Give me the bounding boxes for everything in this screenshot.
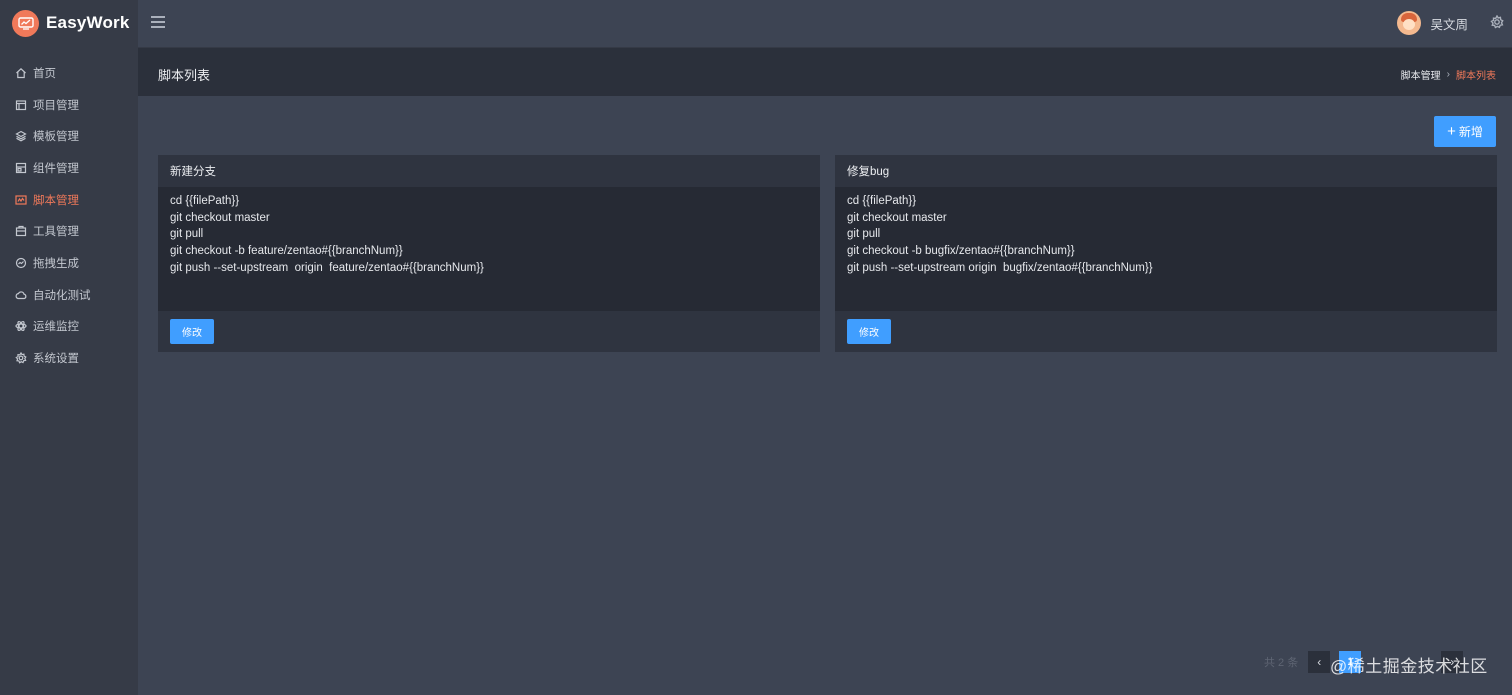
breadcrumb-parent[interactable]: 脚本管理: [1401, 67, 1441, 82]
logo-icon: [12, 9, 39, 37]
chevron-right-icon: ›: [1446, 69, 1450, 80]
sidebar-item-label: 运维监控: [33, 321, 79, 334]
card-title: 修复bug: [847, 166, 890, 178]
script-line: git push --set-upstream origin bugfix/ze…: [847, 261, 1153, 274]
toolbox-icon: [15, 225, 27, 237]
sidebar-item-tools[interactable]: 工具管理: [0, 215, 138, 247]
prev-page-button[interactable]: ‹: [1308, 651, 1331, 673]
page-title: 脚本列表: [158, 68, 211, 83]
add-button[interactable]: + 新增: [1434, 116, 1496, 147]
script-line: cd {{filePath}}: [847, 195, 917, 207]
watermark: @稀土掘金技术社区: [1330, 657, 1488, 676]
sidebar-item-scripts[interactable]: 脚本管理: [0, 184, 138, 216]
logo[interactable]: EasyWork: [0, 0, 138, 46]
sidebar-item-home[interactable]: 首页: [0, 57, 138, 89]
atom-icon: [15, 320, 27, 332]
sidebar-item-label: 模板管理: [33, 131, 79, 144]
card-title: 新建分支: [170, 166, 216, 178]
sidebar-item-settings[interactable]: 系统设置: [0, 342, 138, 374]
user-menu[interactable]: 吴文周: [1397, 11, 1468, 35]
sidebar-item-auto-test[interactable]: 自动化测试: [0, 279, 138, 311]
script-line: git checkout master: [847, 211, 947, 224]
sidebar-item-label: 首页: [33, 67, 56, 80]
topbar: 吴文周: [138, 0, 1512, 48]
script-line: git pull: [847, 228, 881, 241]
breadcrumb-current: 脚本列表: [1456, 71, 1496, 82]
sidebar-item-templates[interactable]: 模板管理: [0, 120, 138, 152]
sidebar-item-label: 拖拽生成: [33, 257, 79, 270]
avatar[interactable]: [1397, 11, 1422, 35]
sidebar-item-label: 系统设置: [33, 353, 79, 366]
script-icon: [15, 194, 27, 206]
layers-icon: [15, 130, 27, 142]
menu-toggle-icon[interactable]: [151, 16, 165, 28]
add-button-label: 新增: [1458, 125, 1483, 139]
script-content: cd {{filePath}} git checkout master git …: [158, 187, 820, 311]
script-card: 新建分支 cd {{filePath}} git checkout master…: [158, 155, 820, 352]
page-header: 脚本列表 脚本管理 › 脚本列表: [138, 48, 1512, 96]
logo-text: EasyWork: [46, 13, 130, 32]
settings-gear-icon[interactable]: [1490, 14, 1504, 29]
sidebar: EasyWork 首页 项目管理 模板管理 组件管理 脚本管理 工具管理 拖拽生…: [0, 0, 138, 695]
component-icon: [15, 162, 27, 174]
sidebar-item-label: 组件管理: [33, 162, 79, 175]
edit-button[interactable]: 修改: [847, 319, 891, 344]
pagination-total: 共 2 条: [1264, 657, 1299, 669]
user-name[interactable]: 吴文周: [1430, 14, 1468, 33]
sidebar-item-projects[interactable]: 项目管理: [0, 89, 138, 121]
sidebar-item-components[interactable]: 组件管理: [0, 152, 138, 184]
script-line: git pull: [170, 228, 204, 241]
script-line: git checkout -b feature/zentao#{{branchN…: [170, 245, 403, 258]
project-icon: [15, 99, 27, 111]
script-line: git push --set-upstream origin feature/z…: [170, 261, 484, 274]
sidebar-menu: 首页 项目管理 模板管理 组件管理 脚本管理 工具管理 拖拽生成 自动化测试 运…: [0, 57, 138, 374]
gear-icon: [15, 352, 27, 364]
script-line: git checkout -b bugfix/zentao#{{branchNu…: [847, 245, 1075, 258]
script-line: cd {{filePath}}: [170, 195, 240, 207]
sidebar-item-label: 自动化测试: [33, 289, 91, 302]
cloud-icon: [15, 289, 27, 301]
script-card: 修复bug cd {{filePath}} git checkout maste…: [835, 155, 1497, 352]
sidebar-item-ops-monitor[interactable]: 运维监控: [0, 311, 138, 343]
drag-icon: [15, 257, 27, 269]
sidebar-item-drag-generate[interactable]: 拖拽生成: [0, 247, 138, 279]
breadcrumb: 脚本管理 › 脚本列表: [1401, 67, 1496, 82]
plus-icon: +: [1447, 123, 1456, 140]
edit-button[interactable]: 修改: [170, 319, 214, 344]
script-line: git checkout master: [170, 211, 270, 224]
sidebar-item-label: 工具管理: [33, 226, 79, 239]
sidebar-item-label: 脚本管理: [33, 194, 79, 207]
home-icon: [15, 67, 27, 79]
script-content: cd {{filePath}} git checkout master git …: [835, 187, 1497, 311]
sidebar-item-label: 项目管理: [33, 99, 79, 112]
